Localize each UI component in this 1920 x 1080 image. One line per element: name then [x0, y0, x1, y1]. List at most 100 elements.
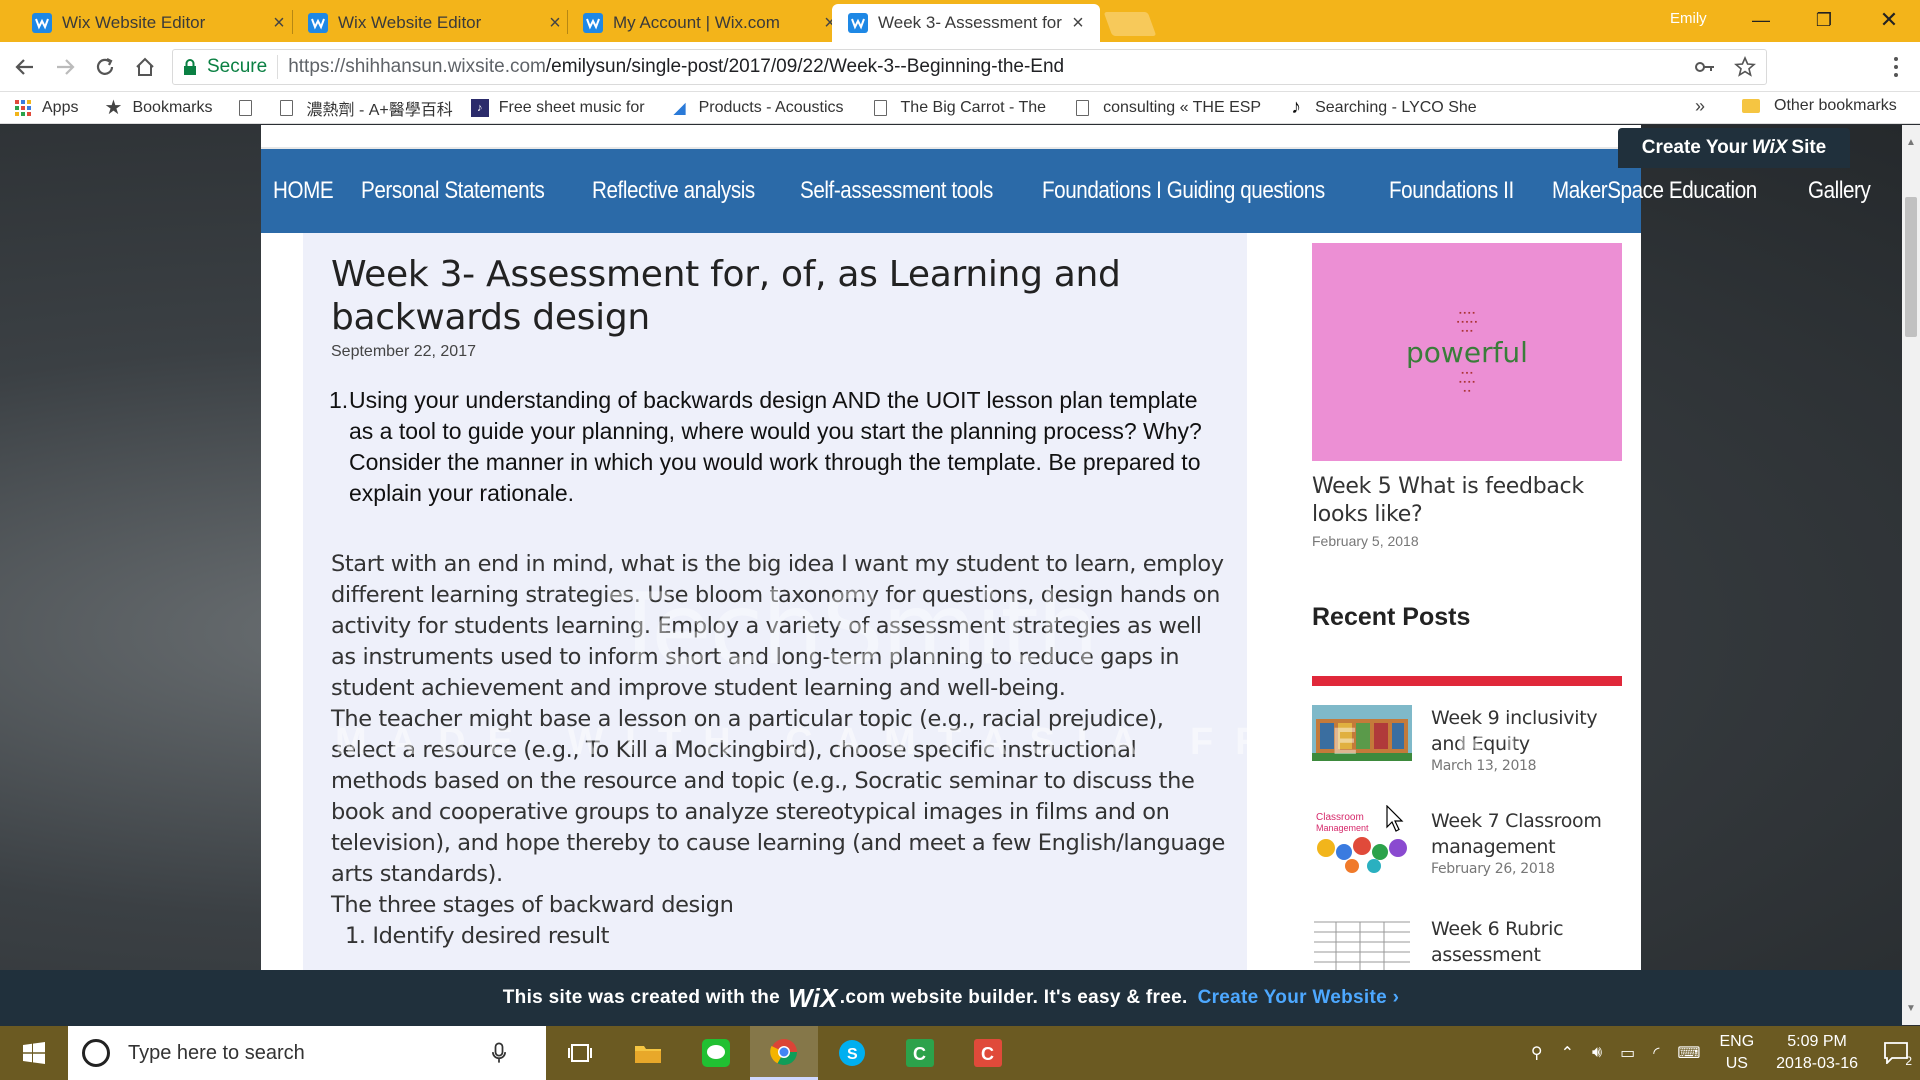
- line-app-icon[interactable]: [682, 1026, 750, 1080]
- camtasia-icon[interactable]: C: [954, 1026, 1022, 1080]
- chrome-taskbar-icon[interactable]: [750, 1026, 818, 1080]
- tab-wix-editor-2[interactable]: Wix Website Editor ×: [292, 4, 577, 42]
- restore-icon[interactable]: ❐: [1793, 0, 1855, 40]
- skype-icon[interactable]: S: [818, 1026, 886, 1080]
- bookmark-medical[interactable]: 濃熱劑 - A+醫學百科: [279, 96, 453, 120]
- minimize-icon[interactable]: —: [1730, 0, 1792, 40]
- bookmark-bookmarks[interactable]: ★ Bookmarks: [104, 97, 213, 119]
- tab-week3-active[interactable]: Week 3- Assessment for ×: [832, 4, 1100, 42]
- close-window-icon[interactable]: ✕: [1858, 0, 1920, 40]
- bookmarks-overflow-button[interactable]: »: [1695, 96, 1705, 117]
- bookmark-acoustics[interactable]: ◢ Products - Acoustics: [671, 98, 844, 117]
- nav-foundations-ii[interactable]: Foundations II: [1389, 177, 1514, 205]
- bookmark-lyco[interactable]: ♪ Searching - LYCO She: [1287, 96, 1477, 118]
- site-navigation: HOME Personal Statements Reflective anal…: [261, 149, 1871, 233]
- page-icon: [1076, 99, 1090, 116]
- tab-title: Week 3- Assessment for: [878, 13, 1062, 32]
- chevron-up-icon[interactable]: ⌃: [1561, 1043, 1574, 1063]
- recent-post-item[interactable]: Classroom Management Week 7 Classroom ma…: [1312, 808, 1622, 898]
- create-site-pre: Create Your: [1641, 137, 1748, 158]
- bookmark-big-carrot[interactable]: The Big Carrot - The: [873, 98, 1047, 117]
- create-your-website-link[interactable]: Create Your Website ›: [1198, 987, 1400, 1009]
- bookmark-apps[interactable]: Apps: [14, 99, 78, 117]
- scroll-up-icon[interactable]: ▲: [1905, 137, 1917, 149]
- url-text[interactable]: https://shihhansun.wixsite.com/emilysun/…: [278, 56, 1064, 78]
- svg-text:C: C: [981, 1044, 994, 1064]
- bookmark-label: Products - Acoustics: [698, 98, 844, 116]
- post-paragraph: Start with an end in mind, what is the b…: [331, 551, 1224, 701]
- secure-indicator[interactable]: Secure: [173, 55, 279, 79]
- nav-foundations-i[interactable]: Foundations I Guiding questions: [1042, 177, 1325, 205]
- cortana-icon: [82, 1039, 110, 1067]
- camtasia-recorder-icon[interactable]: C: [886, 1026, 954, 1080]
- task-view-icon[interactable]: [546, 1026, 614, 1080]
- page-scrollbar[interactable]: ▲ ▼: [1902, 125, 1920, 1025]
- bookmark-sheet-music[interactable]: ♪ Free sheet music for: [470, 98, 645, 117]
- scroll-down-icon[interactable]: ▼: [1905, 1003, 1917, 1015]
- volume-icon[interactable]: 🔊︎: [1592, 1044, 1602, 1062]
- back-arrow-icon[interactable]: [8, 50, 42, 84]
- tab-my-account[interactable]: My Account | Wix.com ×: [567, 4, 852, 42]
- folder-icon: [1742, 99, 1760, 113]
- wix-favicon-icon: [583, 13, 603, 33]
- taskbar-search-box[interactable]: Type here to search: [68, 1026, 546, 1080]
- other-bookmarks[interactable]: Other bookmarks: [1742, 97, 1897, 115]
- post-sidebar: ▪ ▪ ▪ ▪ ▪ ▪ ▪ ▪ ▪ ▪ ▪ ▪ powerful ▪ ▪ ▪ ▪ ▪ …: [1286, 233, 1622, 970]
- scrollbar-thumb[interactable]: [1905, 197, 1917, 337]
- apps-grid-icon: [14, 99, 32, 117]
- taskbar-clock[interactable]: 5:09 PM 2018-03-16: [1776, 1031, 1858, 1075]
- new-tab-button[interactable]: [1103, 12, 1157, 36]
- keyboard-icon[interactable]: ⌨: [1677, 1043, 1700, 1063]
- tab-close-icon[interactable]: ×: [269, 12, 289, 34]
- recent-post-item[interactable]: Week 9 inclusivity and Equity March 13, …: [1312, 705, 1622, 795]
- word-cloud-main-word: powerful: [1406, 335, 1528, 369]
- browser-toolbar: Secure https://shihhansun.wixsite.com/em…: [0, 42, 1920, 92]
- featured-post-thumbnail[interactable]: ▪ ▪ ▪ ▪ ▪ ▪ ▪ ▪ ▪ ▪ ▪ ▪ powerful ▪ ▪ ▪ ▪ ▪ …: [1312, 243, 1622, 461]
- recent-post-title: Week 9 inclusivity and Equity: [1431, 707, 1598, 755]
- page-viewport: HOME Personal Statements Reflective anal…: [0, 125, 1902, 970]
- tab-strip: Wix Website Editor × Wix Website Editor …: [0, 0, 1920, 42]
- nav-reflective-analysis[interactable]: Reflective analysis: [592, 177, 755, 205]
- microphone-icon[interactable]: [492, 1042, 506, 1064]
- star-icon: ★: [104, 97, 123, 119]
- recent-post-date: March 13, 2018: [1431, 758, 1537, 774]
- address-bar[interactable]: Secure https://shihhansun.wixsite.com/em…: [172, 49, 1767, 85]
- wix-logo-text: WiX: [1751, 137, 1788, 158]
- star-icon[interactable]: [1734, 56, 1756, 78]
- create-site-post: Site: [1791, 137, 1827, 158]
- tab-title: Wix Website Editor: [62, 13, 206, 32]
- post-paragraph: The teacher might base a lesson on a par…: [331, 706, 1225, 887]
- recent-post-text: Week 9 inclusivity and Equity March 13, …: [1431, 705, 1626, 775]
- featured-post-title[interactable]: Week 5 What is feedback looks like?: [1312, 473, 1612, 529]
- battery-icon[interactable]: ▭: [1620, 1043, 1635, 1063]
- recent-post-item[interactable]: Week 6 Rubric assessment: [1312, 916, 1622, 970]
- windows-start-icon[interactable]: [0, 1026, 68, 1080]
- bookmark-consulting[interactable]: consulting « THE ESP: [1076, 99, 1261, 117]
- post-list-item: 1. Identify desired result: [345, 923, 610, 949]
- nav-gallery[interactable]: Gallery: [1808, 177, 1871, 205]
- nav-makerspace-education[interactable]: MakerSpace Education: [1552, 177, 1757, 205]
- bookmark-label: The Big Carrot - The: [900, 98, 1047, 116]
- key-icon[interactable]: [1694, 56, 1716, 78]
- nav-home[interactable]: HOME: [273, 177, 334, 205]
- tab-close-icon[interactable]: ×: [545, 12, 565, 34]
- recent-post-title: Week 7 Classroom management: [1431, 810, 1602, 858]
- tab-close-icon[interactable]: ×: [1068, 12, 1088, 34]
- forward-arrow-icon[interactable]: [48, 50, 82, 84]
- profile-name[interactable]: Emily: [1670, 10, 1707, 27]
- file-explorer-icon[interactable]: [614, 1026, 682, 1080]
- tab-title: My Account | Wix.com: [613, 13, 780, 32]
- bookmark-blank[interactable]: [238, 99, 266, 116]
- home-icon[interactable]: [128, 50, 162, 84]
- people-icon[interactable]: ⚲: [1531, 1043, 1543, 1063]
- input-language[interactable]: ENG US: [1719, 1031, 1754, 1075]
- action-center-icon[interactable]: 2: [1872, 1026, 1920, 1080]
- reload-icon[interactable]: [88, 50, 122, 84]
- chrome-menu-icon[interactable]: [1886, 52, 1906, 82]
- svg-text:Classroom: Classroom: [1316, 812, 1364, 823]
- create-your-wix-site-button[interactable]: Create Your WiX Site: [1618, 128, 1850, 168]
- nav-personal-statements[interactable]: Personal Statements: [361, 177, 545, 205]
- tab-wix-editor-1[interactable]: Wix Website Editor ×: [16, 4, 301, 42]
- wifi-icon[interactable]: ◜: [1653, 1043, 1659, 1063]
- nav-self-assessment-tools[interactable]: Self-assessment tools: [800, 177, 993, 205]
